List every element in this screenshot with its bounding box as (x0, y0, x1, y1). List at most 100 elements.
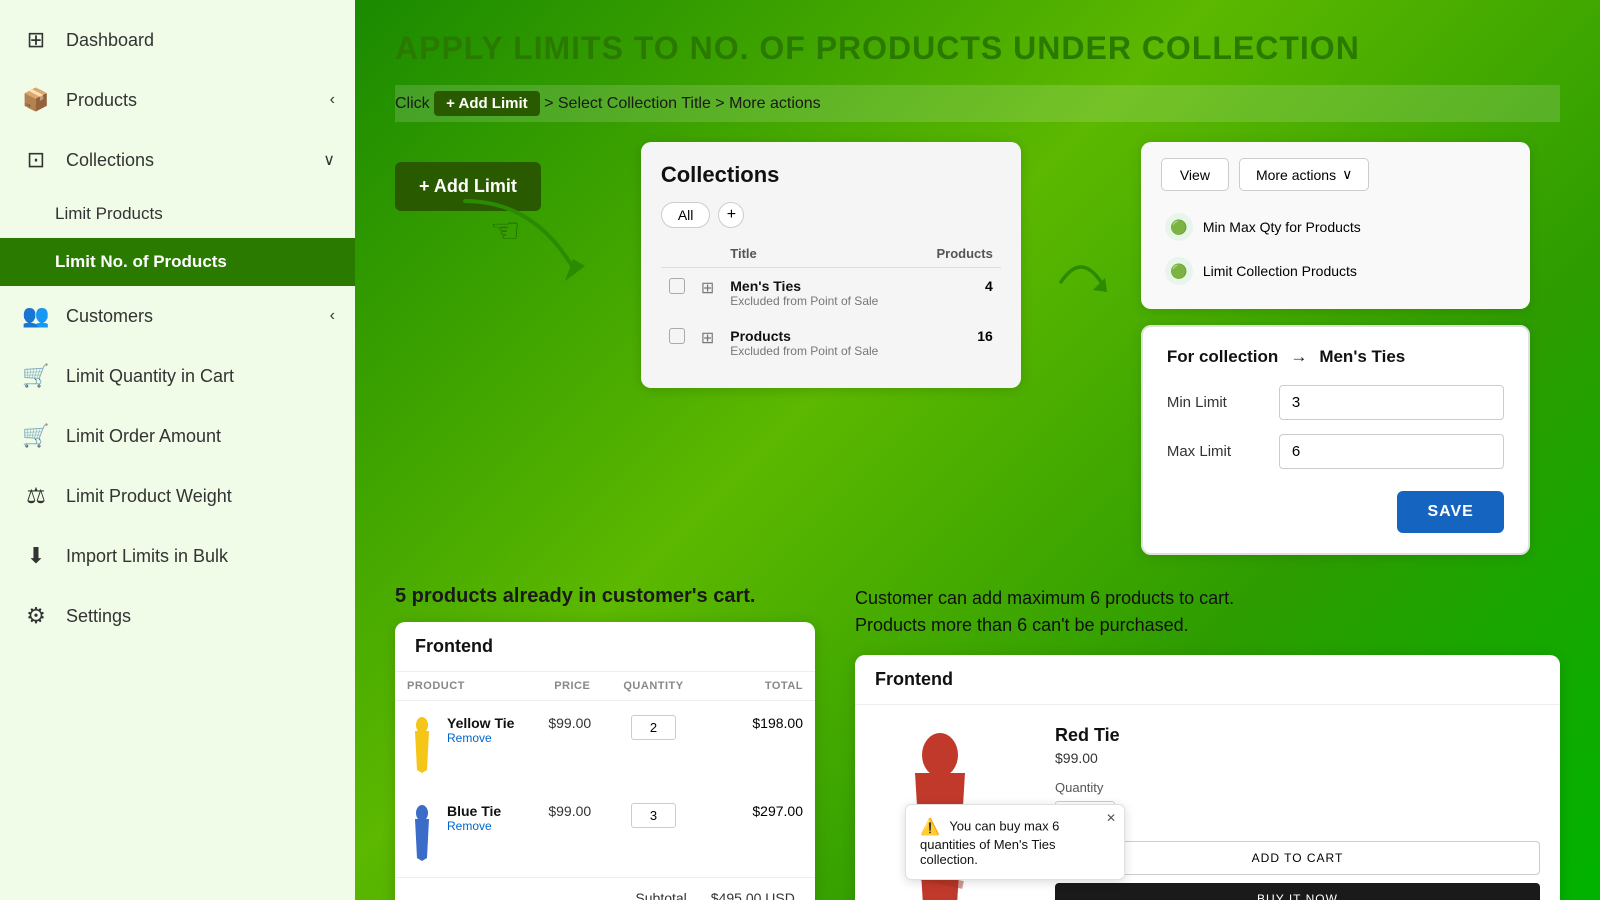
form-collection-name: Men's Ties (1319, 347, 1405, 367)
sidebar-item-label: Limit Order Amount (66, 426, 221, 447)
sidebar-item-customers[interactable]: 👥 Customers ‹ (0, 286, 355, 346)
product-name: Yellow Tie (447, 715, 514, 731)
tooltip-close[interactable]: ✕ (1106, 811, 1116, 825)
sidebar-item-limit-order[interactable]: 🛒 Limit Order Amount (0, 406, 355, 466)
sidebar-item-dashboard[interactable]: ⊞ Dashboard (0, 10, 355, 70)
product-page-panel: Frontend (855, 655, 1560, 900)
max-limit-input[interactable] (1279, 434, 1504, 469)
table-row: ⊞ Men's Ties Excluded from Point of Sale… (661, 268, 1001, 319)
arrow-between-icon (1051, 242, 1111, 322)
customers-icon: 👥 (20, 300, 52, 332)
sidebar-item-label: Limit No. of Products (55, 252, 227, 272)
add-to-cart-button[interactable]: ADD TO CART (1055, 841, 1540, 875)
save-button[interactable]: SAVE (1397, 491, 1503, 533)
chevron-left-icon: ‹ (330, 91, 335, 109)
collections-panel-title: Collections (661, 162, 1001, 188)
col-total: TOTAL (699, 672, 815, 701)
action-item-min-max[interactable]: 🟢 Min Max Qty for Products (1161, 205, 1510, 249)
action-label-min-max: Min Max Qty for Products (1203, 219, 1361, 235)
sidebar-item-collections[interactable]: ⊡ Collections ∨ (0, 130, 355, 190)
tab-plus[interactable]: + (718, 202, 744, 228)
sidebar-item-limit-no-products[interactable]: Limit No. of Products (0, 238, 355, 286)
action-label-limit-collection: Limit Collection Products (1203, 263, 1357, 279)
right-lower: Customer can add maximum 6 products to c… (855, 585, 1560, 900)
action-icon-min-max: 🟢 (1165, 213, 1193, 241)
instruction-text: Click + Add Limit > Select Collection Ti… (395, 85, 1560, 122)
col-header-title: Title (722, 240, 915, 268)
col-price: PRICE (536, 672, 608, 701)
checkbox[interactable] (669, 278, 685, 294)
collection-name: Products (730, 328, 907, 344)
sidebar-item-label: Limit Product Weight (66, 486, 232, 507)
sidebar-item-label: Limit Quantity in Cart (66, 366, 234, 387)
limit-form-title: For collection → Men's Ties (1167, 347, 1504, 367)
cart-table: PRODUCT PRICE QUANTITY TOTAL (395, 672, 815, 900)
frontend-header: Frontend (395, 622, 815, 672)
min-limit-row: Min Limit (1167, 385, 1504, 420)
checkbox[interactable] (669, 328, 685, 344)
instruction-suffix: > Select Collection Title > More actions (544, 95, 821, 112)
subtotal-value: $495.00 USD (699, 878, 815, 900)
collection-name: Men's Ties (730, 278, 907, 294)
collection-count: 16 (916, 318, 1001, 368)
form-arrow: → (1290, 347, 1307, 367)
sidebar-item-limit-weight[interactable]: ⚖ Limit Product Weight (0, 466, 355, 526)
product-price: $99.00 (536, 701, 608, 790)
sidebar-item-limit-products[interactable]: Limit Products (0, 190, 355, 238)
product-price-display: $99.00 (1055, 750, 1540, 766)
product-qty: 2 (631, 715, 676, 740)
sidebar-item-label: Import Limits in Bulk (66, 546, 228, 567)
min-limit-input[interactable] (1279, 385, 1504, 420)
view-actions-row: View More actions ∨ (1161, 158, 1510, 191)
sidebar-item-import-limits[interactable]: ⬇ Import Limits in Bulk (0, 526, 355, 586)
more-actions-button[interactable]: More actions ∨ (1239, 158, 1369, 191)
sidebar: ⊞ Dashboard 📦 Products ‹ ⊡ Collections ∨… (0, 0, 355, 900)
sidebar-item-limit-qty-cart[interactable]: 🛒 Limit Quantity in Cart (0, 346, 355, 406)
view-panel: View More actions ∨ 🟢 Min Max Qty for Pr… (1141, 142, 1530, 309)
max-limit-row: Max Limit (1167, 434, 1504, 469)
blue-tie-image (407, 803, 437, 863)
col-quantity: QUANTITY (608, 672, 699, 701)
weight-icon: ⚖ (20, 480, 52, 512)
cart-icon: 🛒 (20, 360, 52, 392)
product-total: $297.00 (699, 789, 815, 878)
action-icon-limit-collection: 🟢 (1165, 257, 1193, 285)
max-info-text: Customer can add maximum 6 products to c… (855, 585, 1560, 639)
sidebar-item-settings[interactable]: ⚙ Settings (0, 586, 355, 646)
product-page-content: ⚠️ You can buy max 6 quantities of Men's… (855, 705, 1560, 900)
cart-row-yellow-tie: Yellow Tie Remove $99.00 2 $198.00 (395, 701, 815, 790)
tooltip-text: You can buy max 6 quantities of Men's Ti… (920, 818, 1059, 867)
chevron-left-icon2: ‹ (330, 307, 335, 325)
warning-icon: ⚠️ (920, 819, 940, 836)
lower-section: 5 products already in customer's cart. F… (395, 585, 1560, 900)
dashboard-icon: ⊞ (20, 24, 52, 56)
product-remove[interactable]: Remove (447, 819, 501, 833)
qty-label: Quantity (1055, 780, 1540, 795)
settings-icon: ⚙ (20, 600, 52, 632)
collection-sub: Excluded from Point of Sale (730, 294, 907, 308)
page-title: APPLY LIMITS TO NO. OF PRODUCTS UNDER CO… (395, 30, 1560, 67)
frontend-cart-panel: Frontend PRODUCT PRICE QUANTITY TOTAL (395, 622, 815, 900)
cart-row-blue-tie: Blue Tie Remove $99.00 3 $297.00 (395, 789, 815, 878)
product-remove[interactable]: Remove (447, 731, 514, 745)
buy-it-now-button[interactable]: BUY IT NOW (1055, 883, 1540, 900)
order-icon: 🛒 (20, 420, 52, 452)
more-actions-label: More actions (1256, 167, 1336, 183)
sidebar-item-label: Products (66, 90, 137, 111)
collection-sub: Excluded from Point of Sale (730, 344, 907, 358)
limit-form-panel: For collection → Men's Ties Min Limit Ma… (1141, 325, 1530, 555)
tab-all[interactable]: All (661, 202, 711, 228)
view-button[interactable]: View (1161, 158, 1229, 191)
main-content: APPLY LIMITS TO NO. OF PRODUCTS UNDER CO… (355, 0, 1600, 900)
table-row: ⊞ Products Excluded from Point of Sale 1… (661, 318, 1001, 368)
chevron-down-icon: ∨ (1342, 166, 1352, 183)
sidebar-item-products[interactable]: 📦 Products ‹ (0, 70, 355, 130)
tab-row: All + (661, 202, 1001, 228)
sidebar-item-label: Settings (66, 606, 131, 627)
collections-table: Title Products ⊞ Men's Ties Excluded fro… (661, 240, 1001, 368)
sidebar-item-label: Dashboard (66, 30, 154, 51)
left-lower: 5 products already in customer's cart. F… (395, 585, 815, 900)
action-item-limit-collection[interactable]: 🟢 Limit Collection Products (1161, 249, 1510, 293)
product-details: Red Tie $99.00 Quantity ADD TO CART BUY … (1055, 725, 1540, 900)
sidebar-item-label: Limit Products (55, 204, 163, 224)
